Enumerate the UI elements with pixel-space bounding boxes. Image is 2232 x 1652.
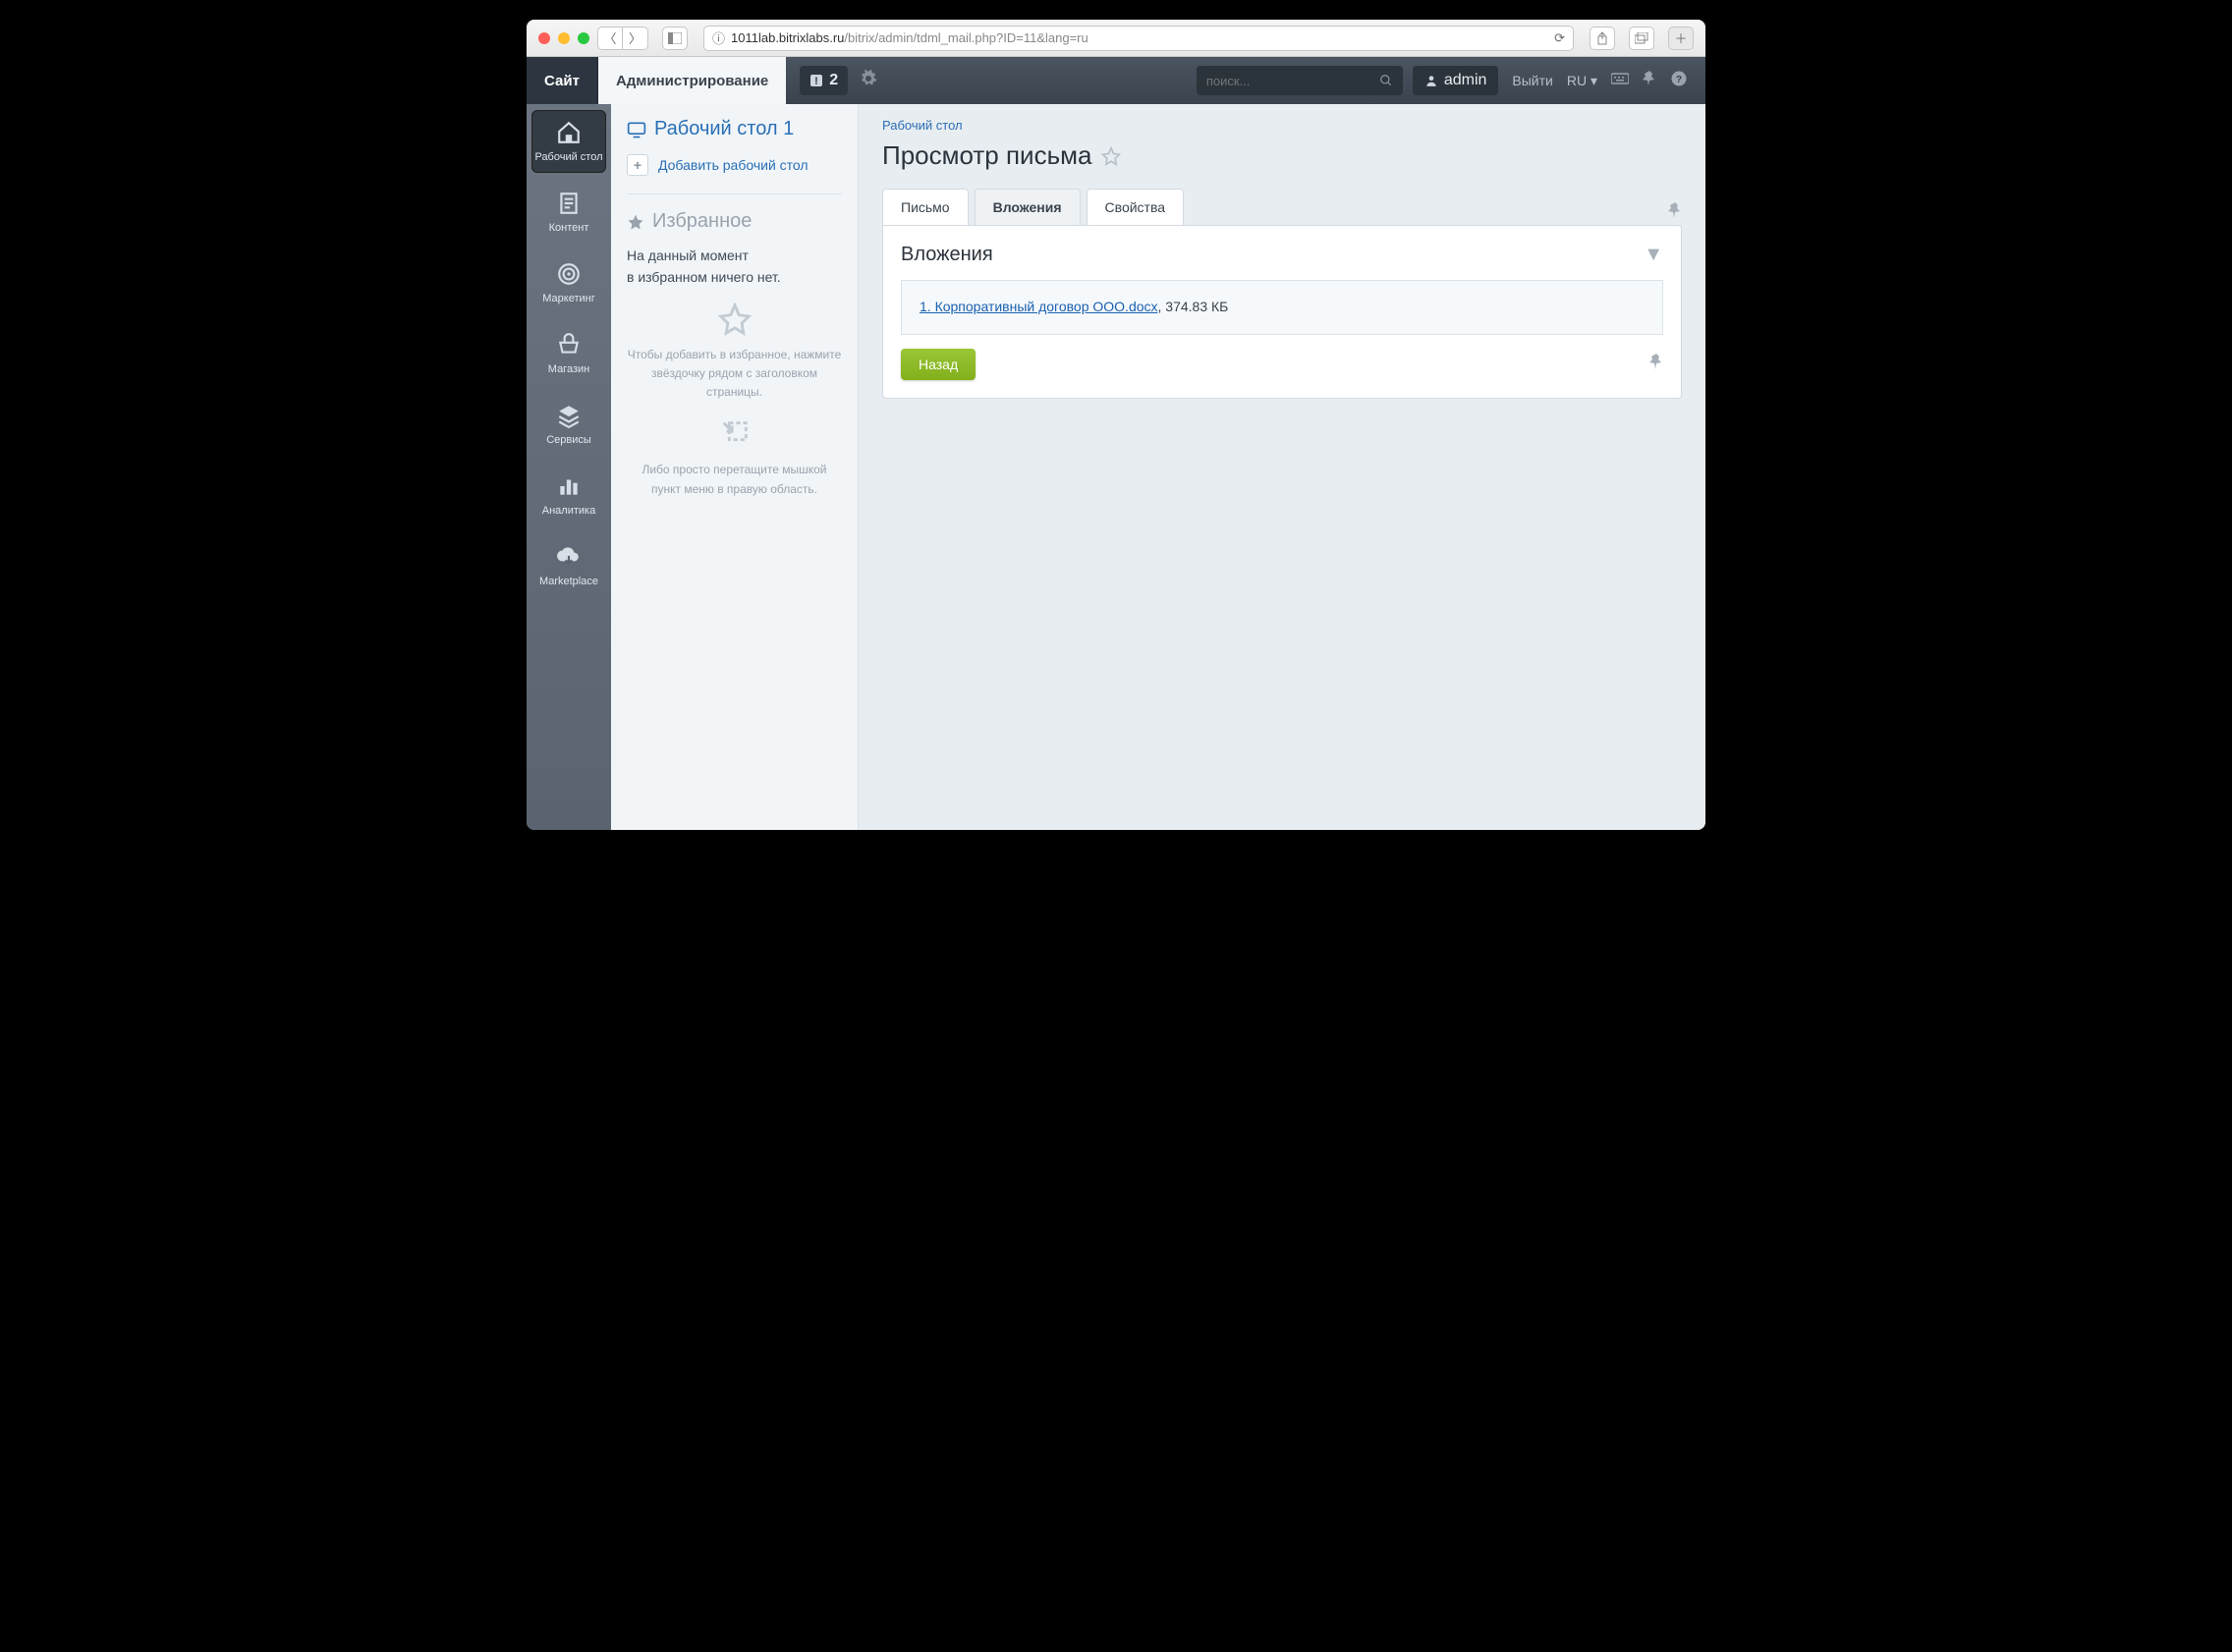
svg-text:!: ! (814, 76, 818, 87)
rail-content[interactable]: Контент (531, 181, 606, 244)
back-button[interactable]: Назад (901, 349, 976, 380)
pin-icon[interactable] (1643, 71, 1656, 91)
traffic-lights (538, 32, 589, 44)
share-icon (1596, 31, 1608, 45)
tab-site[interactable]: Сайт (527, 57, 598, 104)
search-icon (1379, 74, 1393, 87)
user-menu[interactable]: admin (1413, 66, 1499, 95)
address-bar[interactable]: ⓘ 1011lab.bitrixlabs.ru /bitrix/admin/td… (703, 26, 1574, 51)
close-window-button[interactable] (538, 32, 550, 44)
favorites-empty-text: На данный момент в избранном ничего нет. (627, 245, 842, 289)
star-icon (627, 213, 644, 231)
rail-shop[interactable]: Магазин (531, 322, 606, 385)
pin-toolbar-icon[interactable] (1668, 202, 1682, 225)
notifications-button[interactable]: ! 2 (800, 66, 848, 95)
page-title: Просмотр письма (882, 140, 1682, 171)
forward-button[interactable]: 〉 (623, 27, 648, 50)
rail-services[interactable]: Сервисы (531, 393, 606, 456)
attachment-link[interactable]: 1. Корпоративный договор ООО.docx (920, 299, 1158, 314)
browser-titlebar: 〈 〉 ⓘ 1011lab.bitrixlabs.ru /bitrix/admi… (527, 20, 1705, 57)
svg-text:?: ? (1676, 73, 1682, 84)
gear-icon (860, 70, 877, 87)
tab-attachments[interactable]: Вложения (975, 189, 1081, 225)
sidebar-title[interactable]: Рабочий стол 1 (627, 118, 842, 140)
drag-icon (718, 417, 752, 451)
minimize-window-button[interactable] (558, 32, 570, 44)
app-body: Рабочий стол Контент Маркетинг Магазин С… (527, 104, 1705, 830)
layers-icon (556, 403, 582, 428)
attachment-size: , 374.83 КБ (1158, 299, 1229, 314)
tab-letter[interactable]: Письмо (882, 189, 969, 225)
rail-analytics[interactable]: Аналитика (531, 464, 606, 526)
favorites-header: Избранное (627, 193, 842, 233)
attachment-row: 1. Корпоративный договор ООО.docx, 374.8… (901, 280, 1663, 335)
breadcrumb[interactable]: Рабочий стол (882, 118, 1682, 133)
tabs-icon (1635, 32, 1648, 44)
search-input[interactable] (1206, 74, 1379, 88)
sidebar-toggle-button[interactable] (662, 27, 688, 50)
star-outline-icon[interactable] (1101, 146, 1121, 166)
pin-bottom-icon[interactable] (1649, 354, 1663, 376)
monitor-icon (627, 121, 646, 138)
target-icon (556, 261, 582, 287)
nav-rail: Рабочий стол Контент Маркетинг Магазин С… (527, 104, 611, 830)
user-icon (1424, 74, 1438, 87)
tab-admin[interactable]: Администрирование (598, 57, 786, 104)
browser-window: 〈 〉 ⓘ 1011lab.bitrixlabs.ru /bitrix/admi… (527, 20, 1705, 830)
url-host: 1011lab.bitrixlabs.ru (731, 30, 844, 45)
plus-icon: + (627, 154, 648, 176)
content-tabs: Письмо Вложения Свойства (882, 189, 1682, 225)
search-box[interactable] (1197, 66, 1403, 95)
favorites-hint-1: Чтобы добавить в избранное, нажмите звёз… (627, 303, 842, 403)
rail-marketing[interactable]: Маркетинг (531, 251, 606, 314)
reload-icon[interactable]: ⟳ (1554, 30, 1565, 46)
app: Сайт Администрирование ! 2 admin Выйти R… (527, 57, 1705, 830)
app-topbar: Сайт Администрирование ! 2 admin Выйти R… (527, 57, 1705, 104)
chart-icon (556, 473, 582, 499)
back-button[interactable]: 〈 (597, 27, 623, 50)
add-desktop-button[interactable]: + Добавить рабочий стол (627, 154, 842, 176)
panel-title: Вложения ▼ (901, 244, 1663, 266)
lang-switch[interactable]: RU ▾ (1567, 73, 1597, 89)
url-path: /bitrix/admin/tdml_mail.php?ID=11&lang=r… (844, 30, 1088, 45)
attachments-panel: Вложения ▼ 1. Корпоративный договор ООО.… (882, 225, 1682, 399)
notification-count: 2 (829, 72, 838, 89)
star-outline-icon (718, 303, 752, 336)
site-info-icon: ⓘ (712, 28, 725, 47)
tab-properties[interactable]: Свойства (1087, 189, 1184, 225)
new-tab-button[interactable]: ＋ (1668, 27, 1694, 50)
collapse-icon[interactable]: ▼ (1644, 244, 1663, 266)
keyboard-icon[interactable] (1611, 72, 1629, 90)
home-icon (556, 120, 582, 145)
favorites-hint-2: Либо просто перетащите мышкой пункт меню… (627, 417, 842, 498)
rail-marketplace[interactable]: Marketplace (531, 534, 606, 597)
settings-button[interactable] (860, 70, 877, 92)
user-name: admin (1444, 72, 1487, 89)
document-icon (556, 191, 582, 216)
basket-icon (556, 332, 582, 358)
tabs-button[interactable] (1629, 27, 1654, 50)
main-content: Рабочий стол Просмотр письма Письмо Влож… (859, 104, 1705, 830)
cloud-download-icon (556, 544, 582, 570)
sidebar-icon (668, 32, 682, 44)
notification-icon: ! (809, 74, 823, 87)
help-icon[interactable]: ? (1670, 70, 1688, 92)
nav-back-forward: 〈 〉 (597, 27, 648, 50)
maximize-window-button[interactable] (578, 32, 589, 44)
logout-link[interactable]: Выйти (1512, 73, 1552, 88)
share-button[interactable] (1590, 27, 1615, 50)
rail-desktop[interactable]: Рабочий стол (531, 110, 606, 173)
button-row: Назад (901, 349, 1663, 380)
sidebar: Рабочий стол 1 + Добавить рабочий стол И… (611, 104, 859, 830)
